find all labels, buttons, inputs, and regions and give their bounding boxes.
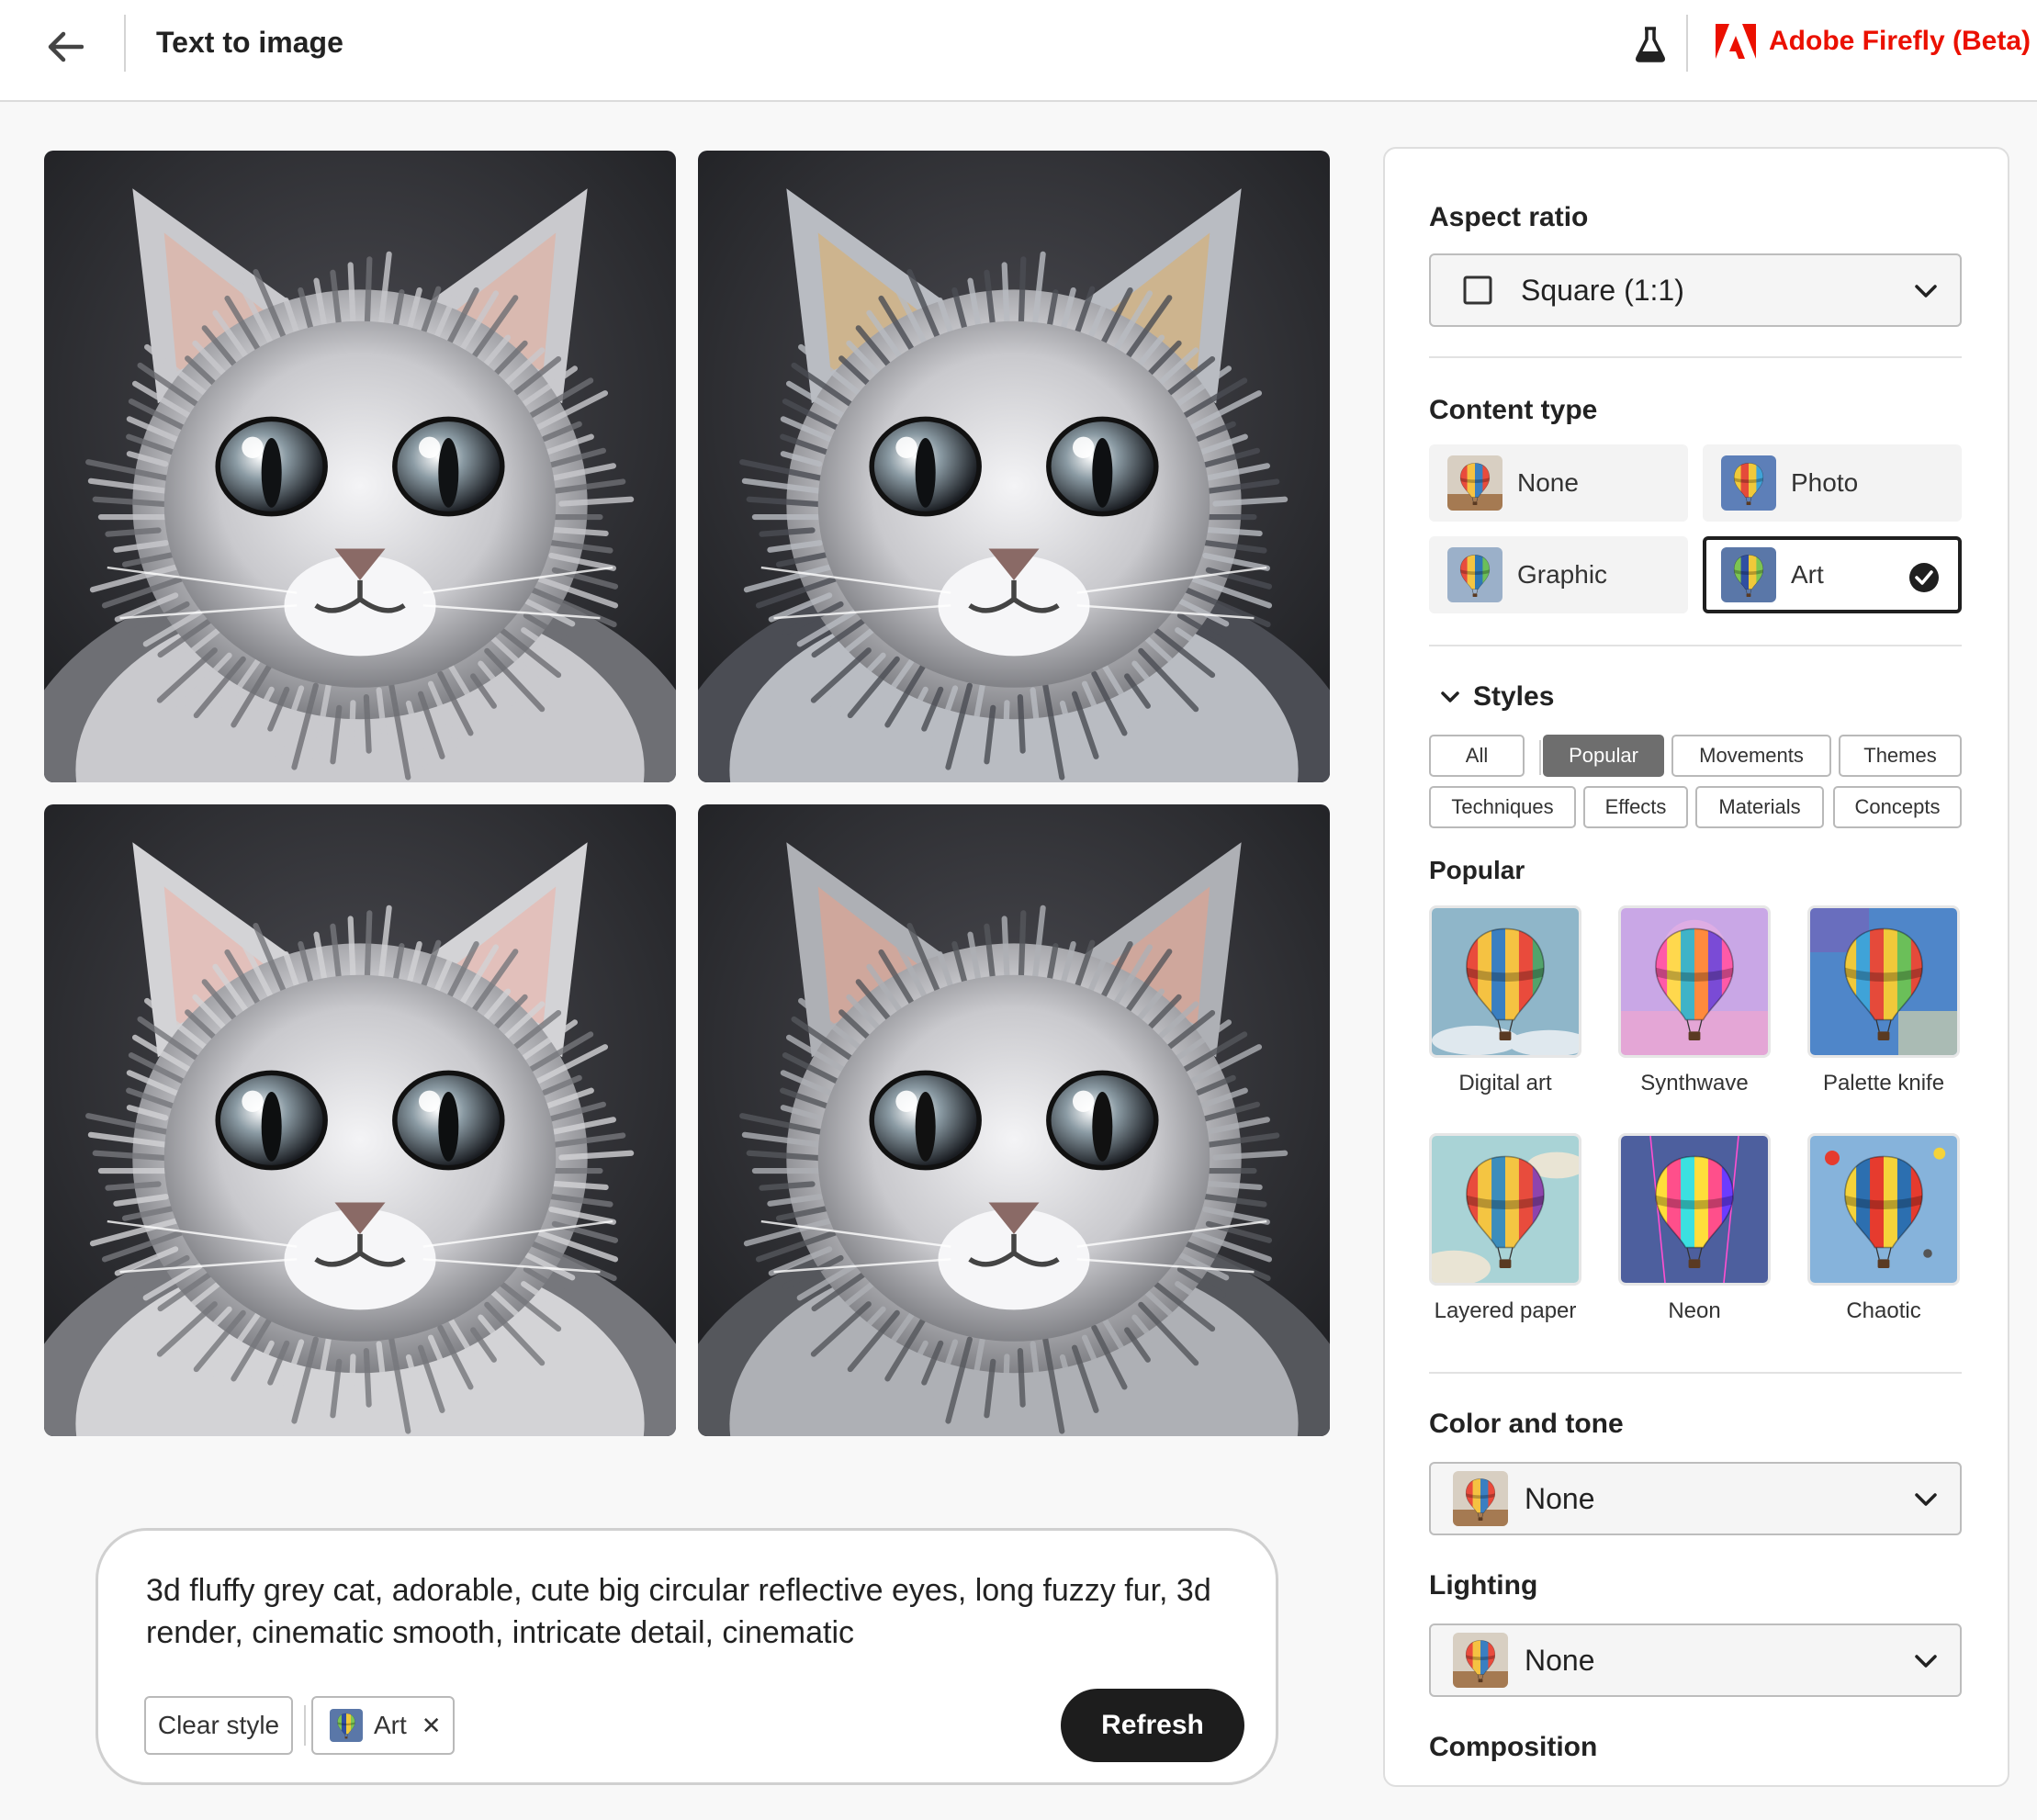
generated-image-4[interactable] (698, 804, 1330, 1436)
tab-materials[interactable]: Materials (1695, 786, 1824, 828)
page-title: Text to image (156, 26, 343, 59)
brand-name: Adobe Firefly (Beta) (1769, 26, 2031, 56)
prompt-input[interactable]: 3d fluffy grey cat, adorable, cute big c… (146, 1569, 1211, 1654)
header-divider (124, 15, 126, 72)
pill-divider (1539, 740, 1541, 775)
content-type-title: Content type (1429, 395, 1598, 425)
style-label: Chaotic (1846, 1298, 1921, 1323)
lighting-title: Lighting (1429, 1570, 1538, 1601)
color-tone-thumb (1453, 1471, 1508, 1526)
tab-techniques[interactable]: Techniques (1429, 786, 1576, 828)
content-type-thumb (1721, 547, 1776, 602)
prompt-box[interactable]: 3d fluffy grey cat, adorable, cute big c… (96, 1528, 1278, 1785)
adobe-logo-icon (1716, 24, 1756, 59)
aspect-ratio-value: Square (1:1) (1521, 273, 1684, 307)
art-style-thumb (330, 1709, 363, 1742)
chip-divider (304, 1705, 306, 1746)
arrow-left-icon (48, 31, 84, 62)
style-thumb (1618, 905, 1771, 1058)
back-button[interactable] (39, 20, 92, 73)
generated-image-1[interactable] (44, 151, 676, 782)
style-label: Palette knife (1822, 1071, 1945, 1095)
composition-title: Composition (1429, 1732, 1598, 1762)
content-type-label: Graphic (1517, 560, 1608, 589)
tab-movements[interactable]: Movements (1671, 735, 1831, 777)
labs-button[interactable] (1627, 20, 1673, 68)
style-thumb (1807, 1133, 1960, 1286)
close-icon[interactable]: ✕ (422, 1712, 442, 1740)
style-label: Digital art (1458, 1071, 1552, 1095)
style-chaotic[interactable]: Chaotic (1807, 1133, 1960, 1324)
content-type-label: Photo (1791, 468, 1859, 497)
square-ratio-icon (1463, 275, 1492, 305)
lighting-value: None (1525, 1643, 1595, 1677)
style-label: Neon (1668, 1298, 1721, 1323)
color-tone-value: None (1525, 1481, 1595, 1515)
chevron-down-icon (1915, 1493, 1937, 1506)
content-type-thumb (1447, 455, 1502, 511)
content-type-label: None (1517, 468, 1579, 497)
clear-style-button[interactable]: Clear style (144, 1696, 293, 1755)
style-label: Synthwave (1640, 1071, 1749, 1095)
tab-popular[interactable]: Popular (1543, 735, 1664, 777)
lighting-thumb (1453, 1633, 1508, 1688)
style-label: Layered paper (1434, 1298, 1577, 1323)
tab-concepts[interactable]: Concepts (1833, 786, 1962, 828)
styles-toggle[interactable]: Styles (1438, 681, 1554, 713)
content-type-art[interactable]: Art (1703, 536, 1962, 613)
header-divider (1686, 15, 1688, 72)
tab-effects[interactable]: Effects (1583, 786, 1688, 828)
tab-themes[interactable]: Themes (1839, 735, 1962, 777)
content-type-label: Art (1791, 560, 1824, 589)
style-layered-paper[interactable]: Layered paper (1429, 1133, 1581, 1324)
popular-group-title: Popular (1429, 856, 1525, 884)
color-tone-dropdown[interactable]: None (1429, 1462, 1962, 1535)
section-divider (1429, 356, 1962, 358)
content-type-thumb (1721, 455, 1776, 511)
top-bar: Text to image Adobe Firefly (Beta) (0, 0, 2037, 102)
lighting-dropdown[interactable]: None (1429, 1623, 1962, 1697)
generated-image-3[interactable] (44, 804, 676, 1436)
clear-style-label: Clear style (157, 1711, 280, 1739)
section-divider (1429, 645, 1962, 646)
brand[interactable]: Adobe Firefly (Beta) (1716, 24, 2031, 59)
style-neon[interactable]: Neon (1618, 1133, 1771, 1324)
applied-style-label: Art (374, 1711, 407, 1739)
settings-panel: Aspect ratio Square (1:1) Content type N… (1383, 147, 2009, 1787)
image-grid (44, 151, 1330, 1436)
refresh-button[interactable]: Refresh (1061, 1689, 1244, 1762)
content-type-photo[interactable]: Photo (1703, 444, 1962, 522)
content-type-none[interactable]: None (1429, 444, 1688, 522)
aspect-ratio-title: Aspect ratio (1429, 202, 1589, 232)
content-type-thumb (1447, 547, 1502, 602)
style-thumb (1429, 1133, 1581, 1286)
content-type-graphic[interactable]: Graphic (1429, 536, 1688, 613)
styles-title: Styles (1473, 681, 1555, 712)
flask-icon (1636, 27, 1665, 62)
style-synthwave[interactable]: Synthwave (1618, 905, 1771, 1096)
style-thumb (1429, 905, 1581, 1058)
style-thumb (1618, 1133, 1771, 1286)
style-palette-knife[interactable]: Palette knife (1807, 905, 1960, 1096)
generated-image-2[interactable] (698, 151, 1330, 782)
chevron-down-icon (1441, 691, 1459, 702)
aspect-ratio-dropdown[interactable]: Square (1:1) (1429, 253, 1962, 327)
applied-style-chip[interactable]: Art ✕ (311, 1696, 455, 1755)
chevron-down-icon (1915, 1655, 1937, 1668)
style-thumb (1807, 905, 1960, 1058)
style-digital-art[interactable]: Digital art (1429, 905, 1581, 1096)
color-tone-title: Color and tone (1429, 1409, 1624, 1439)
tab-all[interactable]: All (1429, 735, 1525, 777)
section-divider (1429, 1372, 1962, 1374)
chevron-down-icon (1915, 285, 1937, 298)
checkmark-circle-icon (1909, 563, 1939, 592)
